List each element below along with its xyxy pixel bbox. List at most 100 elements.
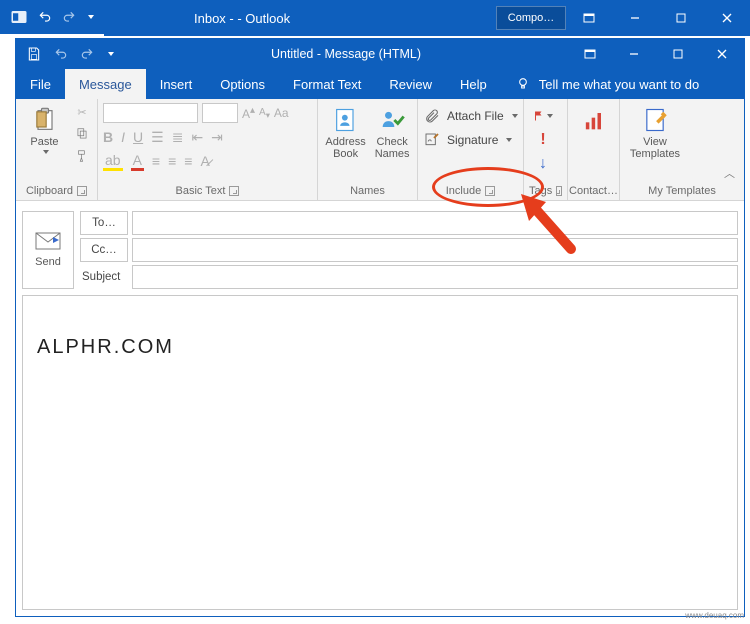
bullets-icon[interactable]: ☰ [151,129,164,146]
highlight-icon[interactable]: ab [103,152,123,171]
font-name-input[interactable] [103,103,198,123]
tab-insert[interactable]: Insert [146,69,207,99]
font-color-icon[interactable]: A [131,152,144,171]
tab-review[interactable]: Review [375,69,446,99]
parent-qat [0,0,104,36]
tab-options[interactable]: Options [206,69,279,99]
group-include: Attach File Signature Include [418,99,524,200]
send-label: Send [35,256,61,268]
send-envelope-icon [35,232,61,250]
qat-customize-icon[interactable] [108,52,114,56]
qat-customize-icon[interactable] [88,15,94,19]
group-clipboard: Paste ✂ Clipboard [16,99,98,200]
address-book-label: Address Book [323,136,368,160]
copy-icon[interactable] [72,124,92,144]
watermark: www.deuaq.com [685,611,744,620]
align-left-icon[interactable]: ≡ [152,153,160,169]
tab-message[interactable]: Message [65,69,146,99]
message-body[interactable]: ALPHR.COM [22,295,738,610]
group-contacts: Contact… [568,99,620,200]
paperclip-icon [423,108,441,124]
signature-label: Signature [447,133,498,147]
check-names-icon [378,106,406,134]
close-icon[interactable] [700,39,744,69]
align-center-icon[interactable]: ≡ [168,153,176,169]
align-right-icon[interactable]: ≡ [184,153,192,169]
outlook-app-icon [10,8,28,26]
tab-file[interactable]: File [16,69,65,99]
tab-help[interactable]: Help [446,69,501,99]
taskbar-compose-tab[interactable]: Compo… [496,6,566,30]
subject-input[interactable] [132,265,738,289]
to-button[interactable]: To… [80,211,128,235]
clear-formatting-icon[interactable]: A̷ [200,153,209,169]
italic-icon[interactable]: I [121,129,125,145]
group-contacts-label: Contact… [573,185,614,199]
decrease-indent-icon[interactable]: ⇤ [191,129,203,146]
cut-icon[interactable]: ✂ [72,102,92,122]
group-tags-label: Tags [529,185,562,199]
tab-format-text[interactable]: Format Text [279,69,375,99]
dialog-launcher-icon[interactable] [77,186,87,196]
send-button[interactable]: Send [22,211,74,289]
group-basic-text: A▴ A▾ Aa B I U ☰ ≣ ⇤ ⇥ ab [98,99,318,200]
font-size-input[interactable] [202,103,238,123]
attach-file-button[interactable]: Attach File [423,106,518,126]
save-icon[interactable] [26,46,42,62]
dialog-launcher-icon[interactable] [229,186,239,196]
redo-icon[interactable] [80,47,94,61]
group-clipboard-label: Clipboard [21,185,92,199]
redo-icon[interactable] [62,10,76,24]
bold-icon[interactable]: B [103,129,113,145]
undo-icon[interactable] [38,10,52,24]
group-include-label: Include [423,185,518,199]
undo-icon[interactable] [54,47,68,61]
paste-button[interactable]: Paste [21,102,68,154]
increase-font-icon[interactable]: A▴ [242,105,255,121]
minimize-icon[interactable] [612,0,658,36]
compose-titlebar: Untitled - Message (HTML) [16,39,744,69]
cc-input[interactable] [132,238,738,262]
group-templates-label: My Templates [625,185,739,199]
ribbon-display-icon[interactable] [566,0,612,36]
numbering-icon[interactable]: ≣ [172,129,184,146]
maximize-icon[interactable] [658,0,704,36]
insights-icon [580,106,608,134]
chevron-down-icon [43,150,49,154]
low-importance-icon[interactable]: ↓ [533,154,553,174]
compose-window: Untitled - Message (HTML) File Message I… [15,38,745,617]
increase-indent-icon[interactable]: ⇥ [211,129,223,146]
dialog-launcher-icon[interactable] [485,186,495,196]
compose-menu: File Message Insert Options Format Text … [16,69,744,99]
subject-label: Subject [80,265,128,289]
group-tags: ! ↓ Tags [524,99,568,200]
high-importance-icon[interactable]: ! [533,130,553,150]
address-book-button[interactable]: Address Book [323,102,368,160]
chevron-down-icon [512,114,518,118]
to-input[interactable] [132,211,738,235]
lightbulb-icon [515,76,531,92]
close-icon[interactable] [704,0,750,36]
format-painter-icon[interactable] [72,146,92,166]
group-my-templates: View Templates ︿ My Templates [620,99,744,200]
maximize-icon[interactable] [656,39,700,69]
cc-button[interactable]: Cc… [80,238,128,262]
check-names-button[interactable]: Check Names [372,102,412,160]
collapse-ribbon-icon[interactable]: ︿ [720,161,739,185]
follow-up-flag-icon[interactable] [533,106,553,126]
parent-window-controls [566,0,750,36]
dialog-launcher-icon[interactable] [556,186,562,196]
tell-me-search[interactable]: Tell me what you want to do [501,69,699,99]
underline-icon[interactable]: U [133,129,143,145]
change-case-icon[interactable]: Aa [274,106,289,120]
decrease-font-icon[interactable]: A▾ [259,107,270,120]
tell-me-label: Tell me what you want to do [539,77,699,92]
minimize-icon[interactable] [612,39,656,69]
clipboard-small-buttons: ✂ [72,102,92,166]
signature-button[interactable]: Signature [423,130,518,150]
signature-icon [423,132,441,148]
address-book-icon [332,106,360,134]
contacts-addin-button[interactable] [573,102,614,134]
ribbon-display-icon[interactable] [568,39,612,69]
view-templates-button[interactable]: View Templates [625,102,685,160]
